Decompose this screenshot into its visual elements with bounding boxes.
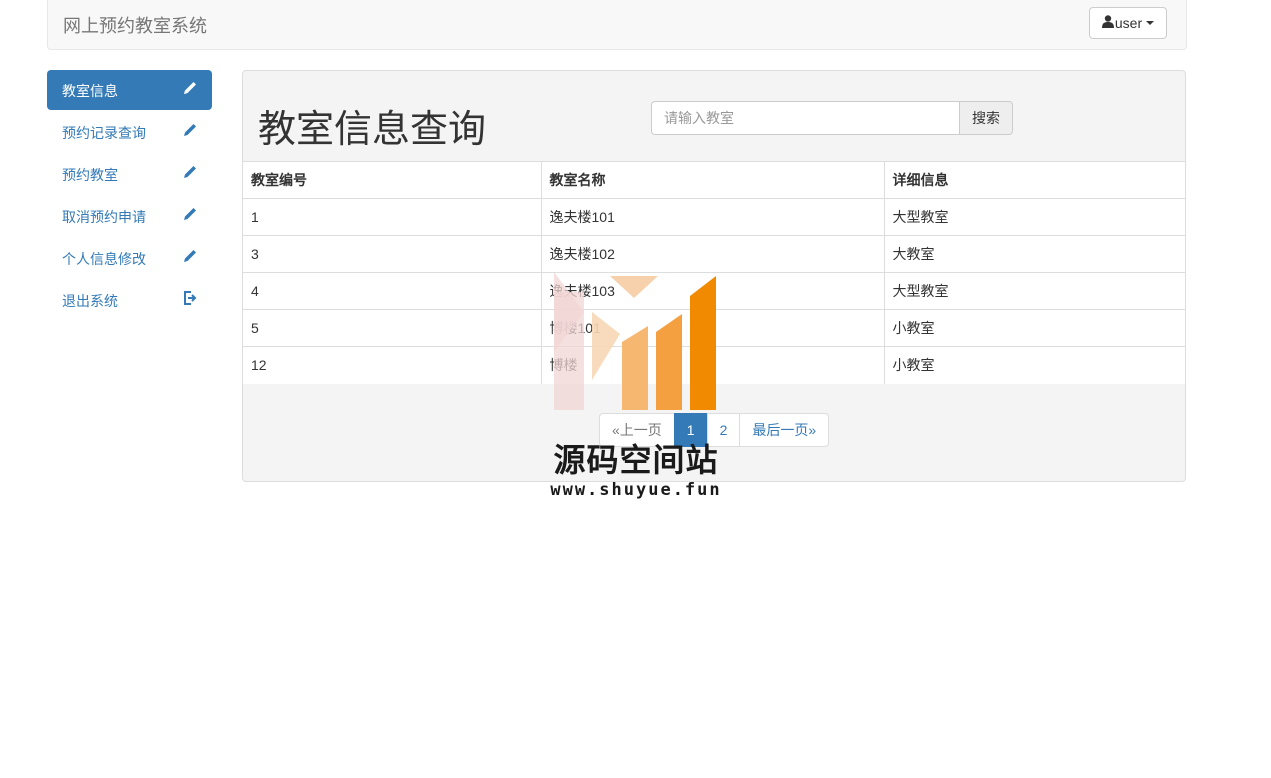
pagination: «上一页 1 2 最后一页»	[599, 413, 830, 447]
top-navbar: 网上预约教室系统 user	[47, 0, 1187, 50]
sidebar-item-label: 预约教室	[62, 167, 118, 183]
sidebar-item-profile-edit[interactable]: 个人信息修改	[47, 238, 212, 278]
pencil-icon	[184, 124, 196, 136]
table-row: 3 逸夫楼102 大教室	[243, 235, 1185, 273]
sidebar-item-cancel-booking[interactable]: 取消预约申请	[47, 196, 212, 236]
table-cell: 3	[243, 235, 541, 273]
sidebar-item-label: 教室信息	[62, 83, 118, 99]
prev-page-button[interactable]: «上一页	[599, 413, 675, 447]
table-cell: 12	[243, 346, 541, 384]
page-title: 教室信息查询	[258, 109, 487, 151]
table-cell: 5	[243, 309, 541, 347]
column-header: 详细信息	[883, 161, 1185, 199]
table-cell: 1	[243, 198, 541, 236]
caret-down-icon	[1146, 21, 1155, 25]
sidebar-item-label: 取消预约申请	[62, 209, 146, 225]
table-cell: 4	[243, 272, 541, 310]
classroom-panel: 教室信息查询 搜索 教室编号 教室名称 详细信息 1 逸夫楼101 大型教室 3…	[242, 70, 1186, 482]
table-cell: 逸夫楼101	[540, 198, 884, 236]
sidebar-item-label: 预约记录查询	[62, 125, 146, 141]
table-cell: 逸夫楼103	[540, 272, 884, 310]
sidebar-item-booking-records[interactable]: 预约记录查询	[47, 112, 212, 152]
sidebar-item-classroom-info[interactable]: 教室信息	[47, 70, 212, 110]
column-header: 教室编号	[243, 161, 541, 199]
logout-icon	[184, 291, 197, 305]
search-input[interactable]	[651, 101, 960, 135]
user-name: user	[1114, 15, 1143, 31]
sidebar-item-label: 退出系统	[62, 293, 118, 309]
search-button[interactable]: 搜索	[959, 101, 1013, 135]
table-header-row: 教室编号 教室名称 详细信息	[243, 161, 1185, 199]
table-row: 12 博楼 小教室	[243, 346, 1185, 384]
table-row: 5 博楼101 小教室	[243, 309, 1185, 347]
user-menu-button[interactable]: user	[1089, 7, 1167, 39]
table-cell: 大型教室	[883, 272, 1185, 310]
table-row: 4 逸夫楼103 大型教室	[243, 272, 1185, 310]
table-cell: 大型教室	[883, 198, 1185, 236]
table-cell: 大教室	[883, 235, 1185, 273]
classroom-table: 教室编号 教室名称 详细信息 1 逸夫楼101 大型教室 3 逸夫楼102 大教…	[243, 161, 1185, 384]
pencil-icon	[184, 208, 196, 220]
table-cell: 博楼	[540, 346, 884, 384]
table-cell: 小教室	[883, 346, 1185, 384]
pencil-icon	[184, 166, 196, 178]
page-1-button[interactable]: 1	[673, 413, 708, 447]
last-page-button[interactable]: 最后一页»	[739, 413, 830, 447]
pencil-icon	[184, 82, 196, 94]
sidebar-item-book-classroom[interactable]: 预约教室	[47, 154, 212, 194]
watermark-url: www.shuyue.fun	[550, 480, 722, 500]
column-header: 教室名称	[540, 161, 884, 199]
table-row: 1 逸夫楼101 大型教室	[243, 198, 1185, 236]
table-cell: 博楼101	[540, 309, 884, 347]
sidebar-nav: 教室信息 预约记录查询 预约教室 取消预约申请 个人信息修改 退出系统	[47, 70, 212, 322]
pencil-icon	[184, 250, 196, 262]
page-2-button[interactable]: 2	[706, 413, 741, 447]
table-cell: 小教室	[883, 309, 1185, 347]
app-brand[interactable]: 网上预约教室系统	[63, 12, 207, 38]
table-cell: 逸夫楼102	[540, 235, 884, 273]
sidebar-item-label: 个人信息修改	[62, 251, 146, 267]
user-icon	[1101, 15, 1114, 31]
sidebar-item-logout[interactable]: 退出系统	[47, 280, 212, 320]
